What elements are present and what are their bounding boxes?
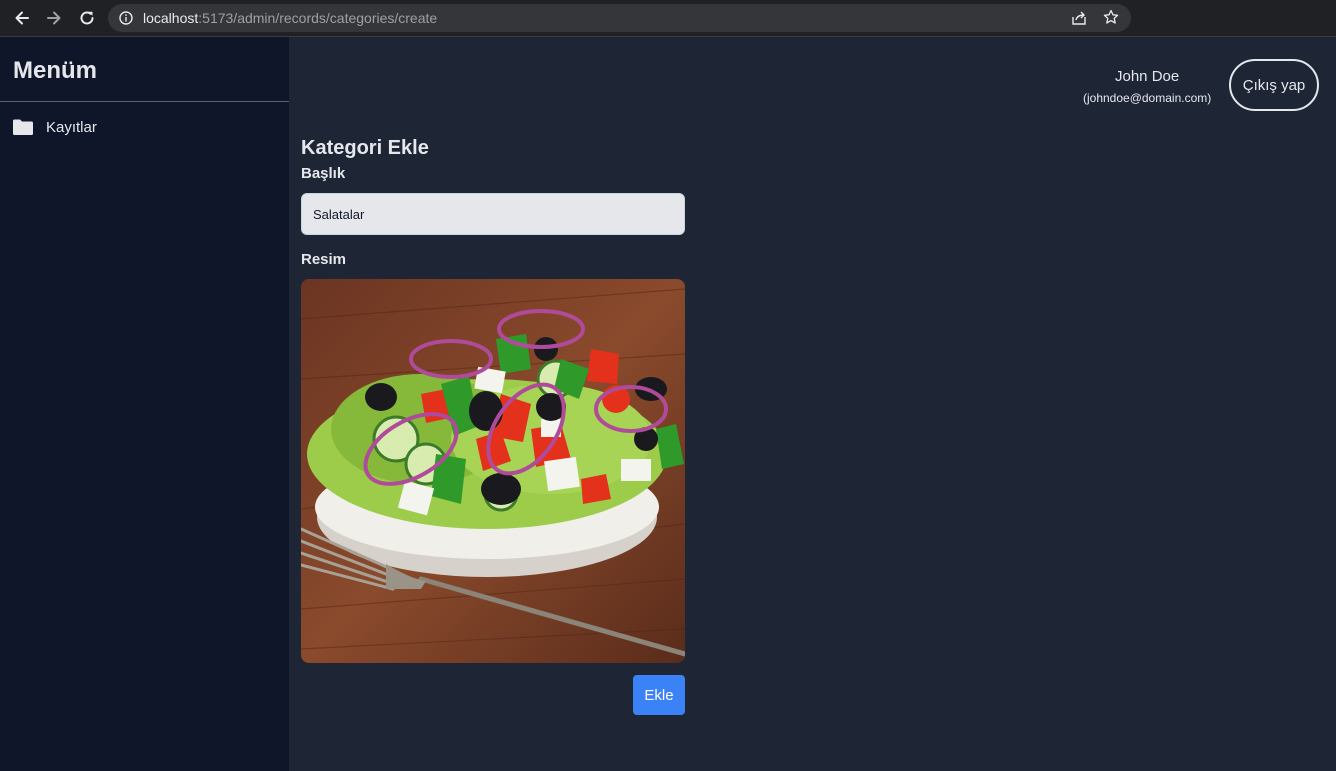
image-field-label: Resim (301, 251, 347, 268)
forward-icon[interactable] (44, 8, 64, 28)
user-name: John Doe (1115, 68, 1180, 85)
add-button[interactable]: Ekle (633, 675, 685, 715)
folder-icon (13, 119, 33, 135)
reload-icon[interactable] (77, 8, 97, 28)
address-bar[interactable]: localhost:5173/admin/records/categories/… (108, 4, 1131, 32)
title-field-label: Başlık (301, 165, 346, 182)
sidebar-item-records[interactable]: Kayıtlar (13, 116, 97, 138)
sidebar: Menüm Kayıtlar (0, 37, 289, 771)
back-icon[interactable] (12, 8, 32, 28)
info-icon[interactable] (119, 11, 133, 30)
title-input[interactable] (301, 193, 685, 235)
logout-button[interactable]: Çıkış yap (1229, 59, 1319, 111)
sidebar-item-label: Kayıtlar (46, 118, 97, 136)
sidebar-title: Menüm (13, 57, 97, 84)
image-upload-preview[interactable] (301, 279, 685, 663)
sidebar-divider (0, 101, 289, 102)
salad-bowl-photo (301, 279, 685, 663)
share-icon[interactable] (1071, 10, 1087, 31)
browser-toolbar: localhost:5173/admin/records/categories/… (0, 0, 1336, 37)
bookmark-star-icon[interactable] (1103, 9, 1119, 30)
page-title: Kategori Ekle (301, 137, 429, 159)
url-text: localhost:5173/admin/records/categories/… (143, 10, 438, 26)
user-email: (johndoe@domain.com) (1083, 91, 1212, 105)
